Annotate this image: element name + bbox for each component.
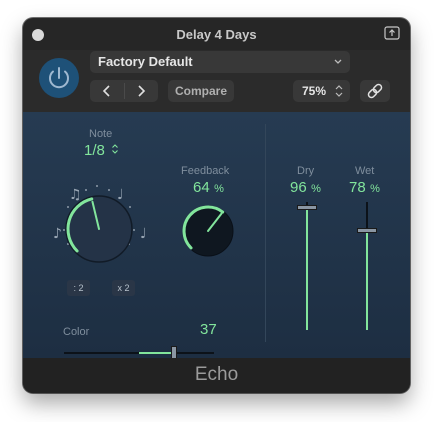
echo-panel: Note 1/8 ♪ ♫ ♩ ♩ : 2 x 2 Feedback 64 % C…: [23, 112, 410, 362]
wet-fader-fill: [366, 230, 368, 330]
power-icon: [49, 67, 69, 89]
title-bar: Delay 4 Days: [23, 18, 410, 50]
preset-name: Factory Default: [98, 54, 193, 69]
note-icon: ♪: [53, 226, 62, 242]
multiply-by-two-button[interactable]: x 2: [112, 280, 135, 296]
plugin-window: Delay 4 Days Factory Default Compare 75%…: [23, 18, 410, 393]
note-label: Note: [89, 128, 113, 140]
power-button[interactable]: [39, 58, 79, 98]
chevron-updown-icon: [112, 144, 119, 154]
dry-label: Dry: [297, 165, 315, 177]
wet-value: 78: [349, 179, 366, 196]
zoom-value: 75%: [302, 84, 327, 98]
dry-readout: 96 %: [290, 179, 321, 197]
note-icon: ♩: [117, 187, 124, 203]
link-icon: [367, 83, 383, 99]
link-button[interactable]: [360, 80, 390, 102]
note-value-menu[interactable]: 1/8: [84, 142, 119, 160]
window-icon[interactable]: [384, 26, 400, 40]
dry-unit: %: [311, 183, 321, 195]
panel-divider: [265, 124, 266, 342]
preset-nav: [90, 80, 158, 102]
note-icon: ♩: [140, 226, 147, 242]
chevron-right-icon: [138, 85, 146, 97]
feedback-value: 64: [193, 179, 210, 196]
feedback-readout: 64 %: [193, 179, 224, 197]
previous-preset-button[interactable]: [90, 80, 124, 102]
chevron-updown-icon: [335, 85, 343, 97]
color-label: Color: [63, 326, 90, 338]
chevron-left-icon: [102, 85, 110, 97]
note-value: 1/8: [84, 142, 105, 159]
note-icon: ♫: [69, 187, 82, 203]
feedback-knob[interactable]: [175, 198, 241, 264]
dry-fader[interactable]: [297, 202, 317, 336]
note-knob[interactable]: [65, 195, 133, 263]
feedback-unit: %: [214, 183, 224, 195]
note-dial-area: ♪ ♫ ♩ ♩: [53, 185, 147, 263]
wet-label: Wet: [355, 165, 375, 177]
compare-button[interactable]: Compare: [168, 80, 234, 102]
next-preset-button[interactable]: [124, 80, 158, 102]
plugin-footer: Echo: [23, 358, 410, 393]
dry-fader-fill: [306, 207, 308, 330]
plugin-header: Factory Default Compare 75%: [23, 50, 410, 112]
plugin-name: Echo: [194, 364, 239, 385]
zoom-menu[interactable]: 75%: [293, 80, 350, 102]
wet-fader[interactable]: [357, 202, 377, 336]
wet-fader-thumb[interactable]: [357, 228, 377, 234]
dry-value: 96: [290, 179, 307, 196]
color-value: 37: [200, 321, 217, 338]
preset-menu[interactable]: Factory Default: [90, 51, 350, 73]
divide-by-two-button[interactable]: : 2: [67, 280, 90, 296]
wet-unit: %: [370, 183, 380, 195]
dry-fader-thumb[interactable]: [297, 205, 317, 211]
color-slider[interactable]: [64, 346, 214, 362]
wet-readout: 78 %: [349, 179, 380, 197]
window-title: Delay 4 Days: [176, 27, 257, 42]
chevron-down-icon: [334, 59, 342, 64]
color-slider-fill: [139, 352, 174, 354]
feedback-label: Feedback: [181, 165, 230, 177]
